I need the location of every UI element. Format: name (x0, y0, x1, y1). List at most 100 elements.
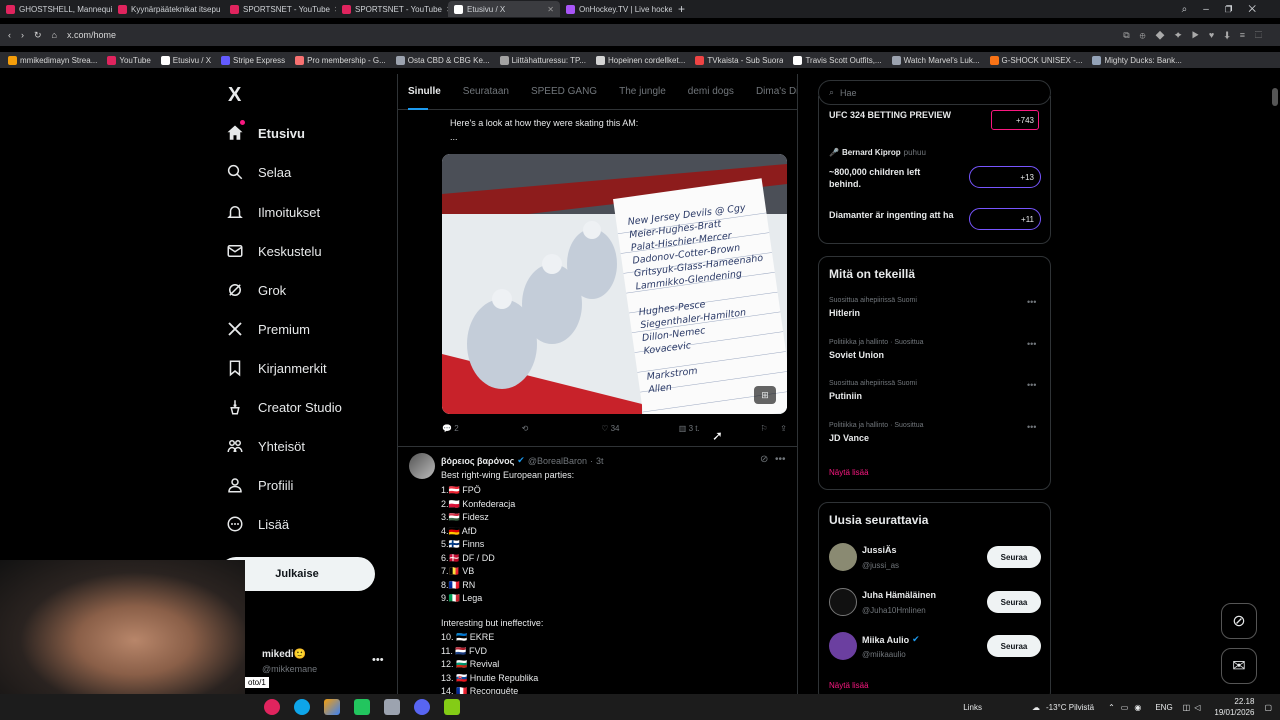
browser-tab-3[interactable]: SPORTSNET - YouTube✕ (336, 1, 448, 17)
follow-button[interactable]: Seuraa (987, 635, 1041, 657)
trend-more-icon[interactable]: ••• (1027, 297, 1036, 307)
nav-item-home[interactable]: Etusivu (226, 121, 305, 145)
bookmark-item[interactable]: Watch Marvel's Luk... (891, 55, 980, 65)
browser-tab-4[interactable]: Etusivu / X ✕ (448, 1, 560, 17)
browser-tab-2[interactable]: SPORTSNET - YouTube✕ (224, 1, 336, 17)
nav-item-grok[interactable]: Grok (226, 278, 286, 302)
nav-item-bookmarks[interactable]: Kirjanmerkit (226, 356, 327, 380)
home-icon[interactable]: ⌂ (52, 30, 57, 40)
trend-more-icon[interactable]: ••• (1027, 339, 1036, 349)
x-logo-icon[interactable]: X (228, 84, 241, 107)
post-time[interactable]: 3t (596, 456, 604, 466)
discord-icon[interactable] (414, 699, 430, 715)
avatar[interactable] (829, 632, 857, 660)
trend-item[interactable]: Suosittua aihepiirissä Suomi Hitlerin (829, 297, 917, 318)
clock[interactable]: 22.18 19/01/2026 (1214, 696, 1254, 718)
post-image[interactable]: New Jersey Devils @ Cgy Meier-Hughes-Brat… (442, 154, 787, 414)
avatar[interactable] (829, 543, 857, 571)
url-field[interactable]: x.com/home (67, 30, 116, 40)
bookmark-item[interactable]: Pro membership - G... (295, 55, 386, 65)
tab-following[interactable]: Seurataan (463, 86, 509, 97)
nav-item-explore[interactable]: Selaa (226, 160, 291, 184)
grok-icon[interactable]: ⊘ (760, 454, 768, 465)
follow-name[interactable]: JussiÄs (862, 545, 897, 555)
notification-icon[interactable]: ▢ (1264, 703, 1272, 712)
bookmark-item[interactable]: Osta CBD & CBG Ke... (395, 55, 490, 65)
tab-demi-dogs[interactable]: demi dogs (688, 86, 734, 97)
author-handle[interactable]: @BorealBaron (528, 456, 587, 466)
avatar[interactable] (409, 453, 435, 479)
window-controls[interactable]: ⌕–❐✕ (1182, 4, 1272, 15)
space-listeners-badge[interactable]: +13 (969, 166, 1041, 188)
author-name[interactable]: βόρειος βαρόνος (441, 456, 514, 466)
bookmark-item[interactable]: mmikedimayn Strea... (8, 55, 97, 65)
reload-icon[interactable]: ↻ (34, 30, 42, 41)
nav-item-messages[interactable]: Keskustelu (226, 239, 322, 263)
bookmark-item[interactable]: YouTube (107, 55, 151, 65)
bookmark-item[interactable]: Stripe Express (221, 55, 285, 65)
space-title[interactable]: ~800,000 children left behind. (829, 166, 949, 190)
nav-item-profile[interactable]: Profiili (226, 473, 293, 497)
bookmark-item[interactable]: TVkaista - Sub Suora (695, 55, 783, 65)
weather-text[interactable]: -13°C Pilvistä (1046, 703, 1094, 712)
nav-item-creator-studio[interactable]: Creator Studio (226, 395, 342, 419)
network-icon[interactable]: ◫◁ (1183, 703, 1205, 712)
nav-item-notifications[interactable]: Ilmoitukset (226, 200, 320, 224)
post-more-icon[interactable]: ••• (775, 454, 786, 465)
space-title[interactable]: Diamanter är ingenting att ha (829, 209, 959, 221)
app-icon[interactable] (444, 699, 460, 715)
show-more-link[interactable]: Näytä lisää (829, 468, 869, 477)
browser-tab-5[interactable]: OnHockey.TV | Live hocke✕ (560, 1, 672, 17)
grok-float-icon[interactable]: ⊘ (1221, 603, 1257, 639)
follow-button[interactable]: Seuraa (987, 546, 1041, 568)
trend-more-icon[interactable]: ••• (1027, 380, 1036, 390)
bookmark-item[interactable]: Etusivu / X (160, 55, 211, 65)
share-icon[interactable]: ⇪ (780, 424, 787, 433)
trend-item[interactable]: Suosittua aihepiirissä Suomi Putiniin (829, 380, 917, 401)
tray-icons[interactable]: ⌃▭◉ (1108, 703, 1147, 712)
app-icon[interactable] (384, 699, 400, 715)
bookmark-item[interactable]: Travis Scott Outfits,... (793, 55, 882, 65)
nav-item-communities[interactable]: Yhteisöt (226, 434, 305, 458)
tab-dimas-dist[interactable]: Dima's Dist (756, 86, 797, 97)
messages-float-icon[interactable]: ✉ (1221, 648, 1257, 684)
new-tab-icon[interactable]: + (678, 2, 685, 16)
show-more-link[interactable]: Näytä lisää (829, 681, 869, 690)
edge-icon[interactable] (294, 699, 310, 715)
opera-icon[interactable] (264, 699, 280, 715)
bookmark-icon[interactable]: ⚐ (760, 424, 780, 433)
space-listeners-badge[interactable]: +11 (969, 208, 1041, 230)
close-icon[interactable]: ✕ (547, 5, 554, 14)
browser-tab-1[interactable]: Kyynärpääteknikat itsepu✕ (112, 1, 224, 17)
links-toolbar[interactable]: Links (963, 703, 982, 712)
avatar[interactable] (829, 588, 857, 616)
account-name[interactable]: mikedi🙂 (262, 649, 306, 660)
like-button[interactable]: ♡ 34 (601, 424, 679, 433)
language-indicator[interactable]: ENG (1155, 703, 1172, 712)
image-alt-icon[interactable]: ⊞ (754, 386, 776, 404)
nav-item-more[interactable]: Lisää (226, 512, 289, 536)
tab-the-jungle[interactable]: The jungle (619, 86, 666, 97)
store-icon[interactable] (324, 699, 340, 715)
repost-button[interactable]: ⟲ (522, 424, 602, 433)
app-icon[interactable] (354, 699, 370, 715)
bookmark-item[interactable]: G-SHOCK UNISEX -... (989, 55, 1082, 65)
follow-button[interactable]: Seuraa (987, 591, 1041, 613)
space-listeners-badge[interactable]: +743 (991, 110, 1039, 130)
nav-item-premium[interactable]: Premium (226, 317, 310, 341)
trend-more-icon[interactable]: ••• (1027, 422, 1036, 432)
reply-button[interactable]: 💬 2 (442, 424, 522, 433)
tab-speed-gang[interactable]: SPEED GANG (531, 86, 597, 97)
account-more-icon[interactable]: ••• (372, 654, 384, 666)
tab-for-you[interactable]: Sinulle (408, 86, 441, 97)
back-icon[interactable]: ‹ (8, 30, 11, 40)
trend-item[interactable]: Politiikka ja hallinto · Suosittua JD Van… (829, 422, 924, 443)
scrollbar-thumb[interactable] (1272, 88, 1278, 106)
bookmark-item[interactable]: Mighty Ducks: Bank... (1092, 55, 1182, 65)
follow-name[interactable]: Juha Hämäläinen (862, 590, 936, 600)
space-title[interactable]: UFC 324 BETTING PREVIEW (829, 110, 951, 120)
bookmark-item[interactable]: Hopeinen cordellket... (596, 55, 685, 65)
forward-icon[interactable]: › (21, 30, 24, 40)
browser-tab-0[interactable]: GHOSTSHELL, Mannequin✕ (0, 1, 112, 17)
follow-name[interactable]: Miika Aulio (862, 635, 909, 645)
